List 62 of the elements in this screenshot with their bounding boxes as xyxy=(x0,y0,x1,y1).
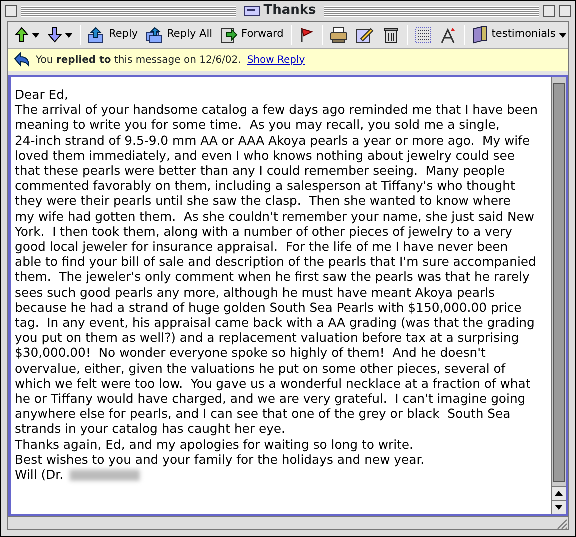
down-caret-icon xyxy=(555,505,563,510)
pencil-paper-icon xyxy=(356,26,374,44)
forward-button[interactable]: Forward xyxy=(218,26,287,44)
envelope-icon xyxy=(244,5,260,17)
up-caret-icon xyxy=(555,491,563,496)
message-line: tag. In any event, his appraisal came back with a AA grading (was that the grading xyxy=(15,315,535,330)
message-line: loved them immediately, and even I who knows nothing about jewelry could see xyxy=(15,148,515,164)
message-line: my wife had gotten them. As she couldn't remember your name, she just said New xyxy=(15,208,535,224)
message-line: commented favorably on them, including a salesperson at Tiffany's who thought xyxy=(15,178,516,194)
next-message-button[interactable] xyxy=(45,26,76,44)
message-line: strands in your catalog has caught her eye. xyxy=(15,421,286,437)
reply-button[interactable]: Reply xyxy=(85,26,142,44)
message-line: they were their pearls until she saw the clasp. Then she wanted to know where xyxy=(15,193,511,209)
message-line: that these pearls were better than any I could remember seeing. Many people xyxy=(15,163,506,178)
down-arrow-icon xyxy=(48,27,62,43)
flag-icon xyxy=(298,27,315,43)
forward-icon xyxy=(220,26,239,44)
message-line: meaning to write you for some time. As you may recall, you sold me a single, xyxy=(15,117,500,133)
message-line: able to find your bill of sale and description of the pearls that I'm sure accompanied xyxy=(15,254,536,270)
message-line: Dear Ed, xyxy=(15,87,68,102)
message-line: York. I then took them, along with a number of other pieces of jewelry to a very xyxy=(15,224,512,240)
message-line: $30,000.00! No wonder everyone spoke so highly of them! And he doesn't xyxy=(15,345,486,361)
up-arrow-icon xyxy=(15,27,29,43)
previous-message-button[interactable] xyxy=(12,26,43,44)
reply-arrow-icon xyxy=(14,52,30,68)
message-line: anywhere else for pearls, and I can see that one of the grey or black South Sea xyxy=(15,406,511,422)
resize-grip-icon[interactable] xyxy=(555,517,568,529)
folder-dropdown[interactable]: testimonials xyxy=(468,25,570,45)
trash-icon xyxy=(382,26,400,44)
message-line: Best wishes to you and your family for the holidays and new year. xyxy=(15,452,425,468)
message-line: The arrival of your handsome catalog a few days ago reminded me that I have been xyxy=(15,102,538,118)
close-box[interactable] xyxy=(5,5,17,17)
message-line: sees such good pearls any more, although he must have meant Akoya pearls xyxy=(15,284,495,300)
zoom-box[interactable] xyxy=(543,5,556,17)
reply-icon xyxy=(88,26,106,44)
caret-icon xyxy=(558,32,567,38)
message-line: 24-inch strand of 9.5-9.0 mm AA or AAA Akoya pearls a year or more ago. My wife xyxy=(15,132,530,148)
message-line: overvalue, either, given the valuations he put on some other pieces, several of xyxy=(15,360,506,376)
window-title: Thanks xyxy=(264,2,316,20)
reply-status-text: You replied to this message on 12/6/02. xyxy=(36,54,242,68)
message-line: Will (Dr. xyxy=(15,467,64,482)
dotted-grid-icon xyxy=(414,26,432,44)
blurred-text-drawing xyxy=(70,470,140,482)
reply-icon xyxy=(146,26,164,44)
message-line: because he had a strand of huge golden South Sea Pearls with $150,000.00 price xyxy=(15,300,522,316)
collapse-box[interactable] xyxy=(559,5,572,17)
reply-all-button[interactable]: Reply All xyxy=(143,26,216,44)
folder-icon xyxy=(472,26,489,44)
scroll-down-button[interactable] xyxy=(552,500,566,514)
message-line: Thanks again, Ed, and my apologies for waiting so long to write. xyxy=(15,436,414,452)
message-line: he or Tiffany would have charged, and we are very grateful. I can't imagine going xyxy=(15,391,526,406)
font-icon xyxy=(440,26,457,44)
caret-icon xyxy=(65,32,73,38)
show-reply-link[interactable]: Show Reply xyxy=(247,52,306,68)
scroll-up-button[interactable] xyxy=(552,486,566,500)
caret-icon xyxy=(32,32,40,38)
scroll-thumb[interactable] xyxy=(553,83,565,482)
printer-icon xyxy=(330,26,348,44)
message-line: them. The jeweler's only comment when he first saw the pearls was that he rarely xyxy=(15,269,530,285)
message-line: which we felt were too low. You gave us a wonderful necklace at a fraction of what xyxy=(15,376,531,392)
message-line: you put on them as well?) and a replacement valuation before tax at a surprising xyxy=(15,330,520,346)
message-line: good local jeweler for insurance appraisal. For the life of me I have never been xyxy=(15,239,508,254)
